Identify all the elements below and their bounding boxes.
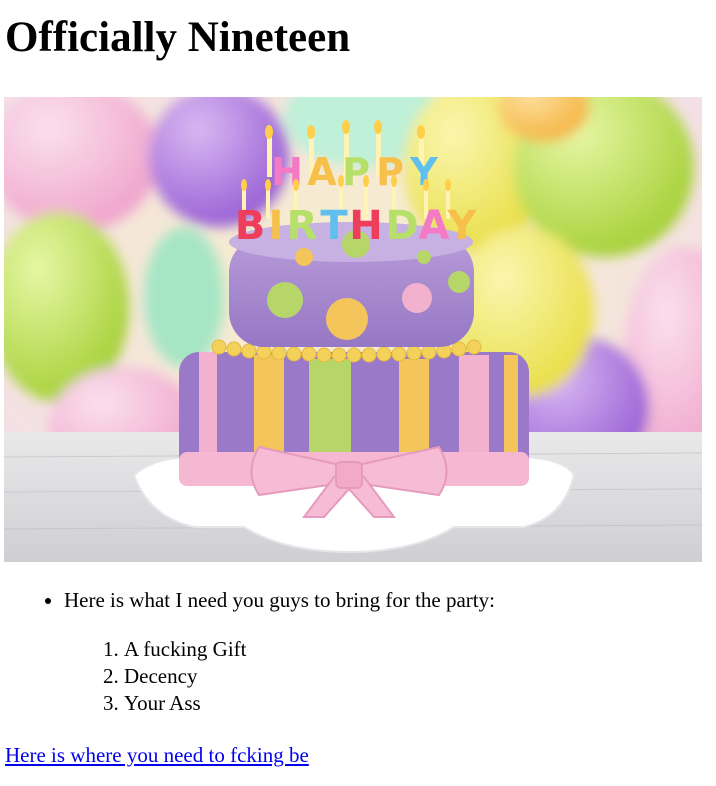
- list-item: A fucking Gift: [124, 636, 704, 663]
- page-title: Officially Nineteen: [5, 14, 351, 61]
- cake-topper-birthday: B I R T H D A Y: [235, 203, 478, 249]
- svg-text:T: T: [320, 203, 348, 249]
- bring-list-intro: Here is what I need you guys to bring fo…: [64, 586, 704, 614]
- svg-text:H: H: [349, 203, 382, 249]
- svg-text:R: R: [287, 203, 318, 249]
- bring-list: Here is what I need you guys to bring fo…: [0, 586, 704, 614]
- birthday-cake-image: H A P P Y B I R T H D A Y: [4, 97, 702, 562]
- svg-text:P: P: [376, 150, 404, 194]
- svg-text:I: I: [269, 203, 284, 249]
- svg-text:Y: Y: [447, 203, 478, 249]
- svg-text:A: A: [419, 203, 450, 249]
- page: Officially Nineteen H A P P Y B I R T H …: [0, 0, 716, 786]
- svg-text:B: B: [235, 203, 266, 249]
- party-items-list: A fucking Gift Decency Your Ass: [0, 636, 704, 717]
- location-link[interactable]: Here is where you need to fcking be: [5, 741, 309, 769]
- svg-text:D: D: [385, 203, 418, 249]
- list-item: Your Ass: [124, 690, 704, 717]
- svg-text:A: A: [307, 150, 337, 194]
- list-item: Decency: [124, 663, 704, 690]
